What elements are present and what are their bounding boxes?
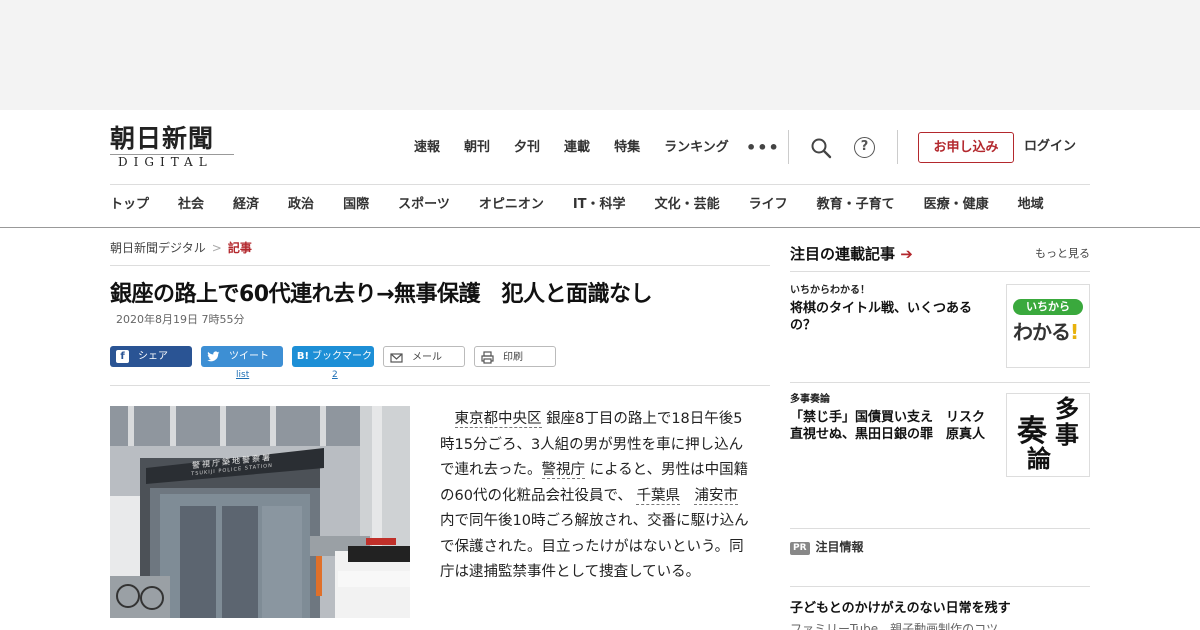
logo-wordmark: 朝日新聞 [110, 124, 215, 153]
wakaru-text: わかる! [1013, 319, 1079, 345]
top-nav: 速報 朝刊 夕刊 連載 特集 ランキング [414, 138, 753, 158]
divider [790, 586, 1090, 587]
cat-it-science[interactable]: IT・科学 [573, 195, 626, 215]
series-title: 「禁じ手」国債買い支え リスク直視せぬ、黒田日銀の罪 原真人 [790, 410, 986, 442]
cat-top[interactable]: トップ [110, 195, 149, 215]
pr-section-label: PR 注目情報 [790, 539, 864, 555]
twitter-share-label: ツイート [229, 351, 269, 362]
divider [897, 130, 898, 164]
article-photo[interactable]: 警視庁築地警察署 TSUKIJI POLICE STATION [110, 406, 410, 618]
cat-sports[interactable]: スポーツ [398, 195, 450, 215]
share-counts: list 2 [110, 369, 510, 381]
facebook-share-button[interactable]: f シェア [110, 346, 192, 367]
series-title: 将棋のタイトル戦、いくつあるの？ [790, 301, 973, 333]
logo-digital: DIGITAL [110, 154, 234, 169]
link-keishicho[interactable]: 警視庁 [541, 462, 585, 479]
pr-label: 注目情報 [815, 540, 864, 554]
divider [788, 130, 789, 164]
nav-rensai[interactable]: 連載 [564, 138, 590, 158]
divider [110, 265, 770, 266]
cat-health[interactable]: 医療・健康 [924, 195, 989, 215]
link-urayasu[interactable]: 浦安市 [694, 487, 738, 505]
share-buttons: f シェア ツイート B! ブックマーク メール 印刷 [110, 346, 565, 367]
header-divider [110, 184, 1090, 185]
cat-culture[interactable]: 文化・芸能 [655, 195, 720, 215]
twitter-bird-icon [207, 350, 220, 363]
mail-label: メール [412, 352, 442, 363]
hatena-count[interactable]: 2 [332, 369, 338, 381]
divider [790, 528, 1090, 529]
cat-life[interactable]: ライフ [749, 195, 788, 215]
exclamation-mark: ! [1070, 320, 1079, 344]
cat-opinion[interactable]: オピニオン [479, 195, 544, 215]
mail-share-button[interactable]: メール [383, 346, 465, 367]
category-nav: トップ 社会 経済 政治 国際 スポーツ オピニオン IT・科学 文化・芸能 ラ… [110, 195, 1044, 215]
featured-series-title: 注目の連載記事 [790, 245, 896, 263]
nav-yuukan[interactable]: 夕刊 [514, 138, 540, 158]
hatena-bookmark-button[interactable]: B! ブックマーク [292, 346, 374, 367]
print-label: 印刷 [503, 352, 523, 363]
nav-choukan[interactable]: 朝刊 [464, 138, 490, 158]
article-main: 朝日新聞デジタル > 記事 銀座の路上で60代連れ去り→無事保護 犯人と面識なし 2… [110, 228, 770, 630]
link-tokyo-chuo[interactable]: 東京都中央区 [454, 411, 542, 428]
arrow-right-icon: ➔ [900, 245, 913, 263]
see-more-link[interactable]: もっと見る [1035, 247, 1090, 261]
wakaru-word: わかる [1013, 320, 1071, 344]
cat-international[interactable]: 国際 [343, 195, 369, 215]
pr-badge: PR [790, 542, 810, 555]
article-body: 東京都中央区 銀座8丁目の路上で18日午後5時15分ごろ、3人組の男が男性を車に… [440, 407, 752, 586]
pr-article-title[interactable]: 子どもとのかけがえのない日常を残す [790, 600, 1011, 618]
subscribe-button[interactable]: お申し込み [918, 132, 1014, 163]
nav-ranking[interactable]: ランキング [664, 138, 729, 158]
sidebar: 注目の連載記事 ➔ もっと見る いちからわかる！ 将棋のタイトル戦、いくつあるの… [790, 228, 1090, 630]
breadcrumb-home[interactable]: 朝日新聞デジタル [110, 241, 206, 255]
login-button[interactable]: ログイン [1024, 137, 1076, 157]
divider [790, 382, 1090, 383]
pr-article-subtitle[interactable]: ファミリーTube 親子動画制作のコツ [790, 622, 998, 630]
article-paragraph: 東京都中央区 銀座8丁目の路上で18日午後5時15分ごろ、3人組の男が男性を車に… [440, 407, 752, 586]
twitter-count[interactable]: list [236, 369, 249, 381]
breadcrumb-separator: > [211, 241, 222, 255]
search-icon[interactable] [810, 137, 832, 159]
cat-education[interactable]: 教育・子育て [817, 195, 895, 215]
cat-economy[interactable]: 経済 [233, 195, 259, 215]
nav-tokushu[interactable]: 特集 [614, 138, 640, 158]
facebook-icon: f [116, 350, 129, 363]
cat-region[interactable]: 地域 [1018, 195, 1044, 215]
print-button[interactable]: 印刷 [474, 346, 556, 367]
asahi-digital-logo[interactable]: 朝日新聞 DIGITAL [110, 124, 245, 172]
divider [110, 385, 770, 386]
printer-icon [481, 351, 494, 364]
ichikara-badge: いちから [1013, 299, 1083, 315]
hatena-bookmark-label: ブックマーク [312, 351, 372, 362]
calligraphy-char: 多 [1055, 394, 1079, 423]
hatena-icon: B! [296, 351, 310, 362]
twitter-share-button[interactable]: ツイート [201, 346, 283, 367]
divider [790, 271, 1090, 272]
tajisoron-thumbnail[interactable]: 多 奏 事 論 [1006, 393, 1090, 477]
ad-banner-area [0, 0, 1200, 110]
site-header: 朝日新聞 DIGITAL 速報 朝刊 夕刊 連載 特集 ランキング ••• ? … [0, 110, 1200, 228]
cat-society[interactable]: 社会 [178, 195, 204, 215]
mail-icon [390, 351, 403, 364]
calligraphy-char: 事 [1055, 420, 1079, 449]
breadcrumb: 朝日新聞デジタル > 記事 [110, 240, 252, 256]
facebook-share-label: シェア [138, 351, 168, 362]
more-menu-icon[interactable]: ••• [746, 138, 780, 158]
breadcrumb-current: 記事 [227, 241, 252, 255]
featured-series-heading[interactable]: 注目の連載記事 ➔ [790, 244, 913, 264]
calligraphy-char: 論 [1027, 444, 1051, 473]
cat-politics[interactable]: 政治 [288, 195, 314, 215]
publish-date: 2020年8月19日 7時55分 [116, 313, 245, 326]
body-text-3: 内で同午後10時ごろ解放され、交番に駆け込んで保護された。目立ったけがはないとい… [440, 513, 749, 580]
article-headline: 銀座の路上で60代連れ去り→無事保護 犯人と面識なし [110, 282, 653, 307]
nav-sokuho[interactable]: 速報 [414, 138, 440, 158]
link-chiba[interactable]: 千葉県 [636, 487, 680, 505]
ichikara-wakaru-thumbnail[interactable]: いちから わかる! [1006, 284, 1090, 368]
help-icon[interactable]: ? [854, 137, 875, 158]
